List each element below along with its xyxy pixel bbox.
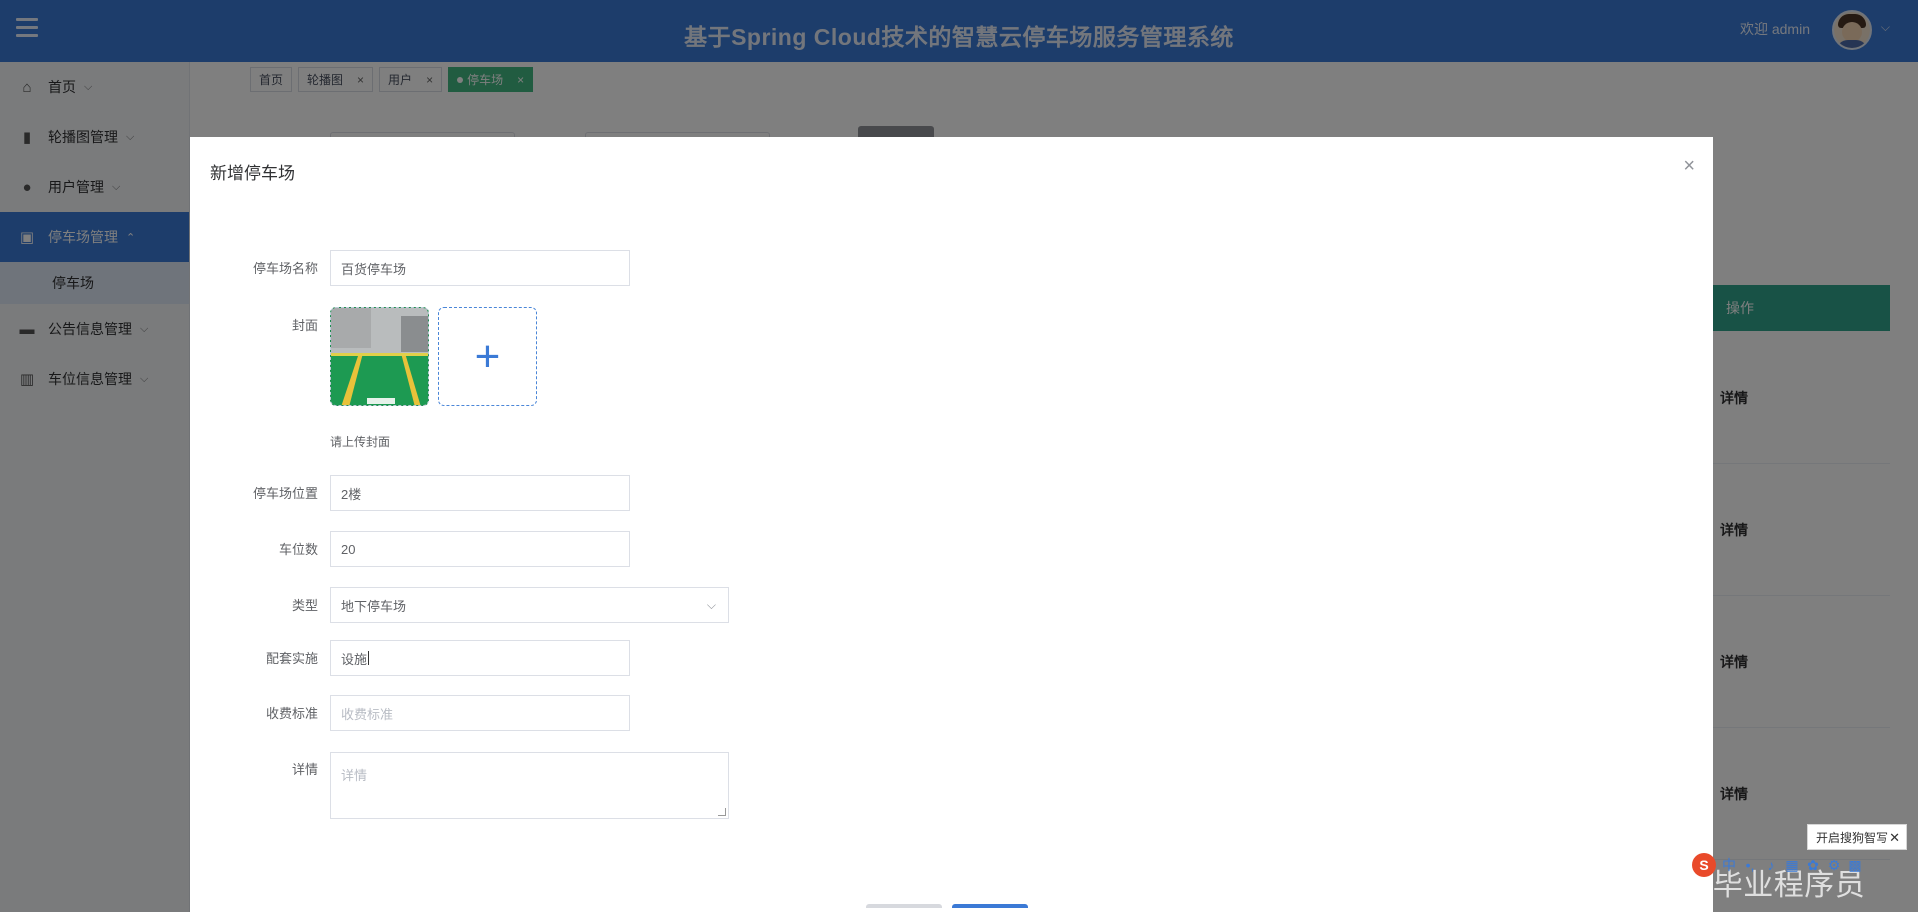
- dialog-title: 新增停车场: [210, 164, 295, 183]
- type-label: 类型: [291, 598, 318, 613]
- grid-icon[interactable]: ▩: [1847, 857, 1863, 873]
- cancel-button[interactable]: [866, 904, 942, 908]
- fee-label: 收费标准: [265, 706, 318, 721]
- upload-add-button[interactable]: +: [438, 307, 537, 406]
- spaces-input[interactable]: 20: [330, 531, 630, 567]
- facilities-input[interactable]: 设施: [330, 640, 630, 676]
- cover-label: 封面: [291, 318, 318, 333]
- text-cursor-icon: [368, 651, 370, 665]
- facilities-label: 配套实施: [265, 651, 318, 666]
- skin-icon[interactable]: ✿: [1805, 857, 1821, 873]
- parking-photo-image: [331, 308, 428, 405]
- type-select-value: 地下停车场: [341, 598, 407, 614]
- detail-textarea[interactable]: 详情: [330, 752, 729, 819]
- parking-name-input[interactable]: 百货停车场: [330, 250, 630, 286]
- keyboard-icon[interactable]: ▦: [1784, 857, 1800, 873]
- spaces-label: 车位数: [278, 542, 318, 557]
- language-toggle-icon[interactable]: 中: [1721, 857, 1737, 873]
- chevron-down-icon: ⌵: [706, 598, 716, 612]
- ime-toolbar: S 中 •, ♪ ▦ ✿ ⚙ ▩: [1692, 852, 1918, 878]
- add-parking-dialog: 新增停车场 × 停车场名称 百货停车场 封面 + 请上传封面 停车场位置 2楼 …: [190, 137, 1713, 912]
- name-label: 停车场名称: [252, 261, 318, 276]
- detail-label: 详情: [291, 762, 318, 777]
- toolbox-icon[interactable]: ⚙: [1826, 857, 1842, 873]
- detail-placeholder: 详情: [341, 768, 368, 783]
- punctuation-icon[interactable]: •,: [1742, 857, 1758, 873]
- facilities-value: 设施: [341, 651, 368, 667]
- close-icon[interactable]: ✕: [1889, 830, 1900, 846]
- close-icon[interactable]: ×: [1683, 155, 1695, 178]
- ime-tip: 开启搜狗智写 ✕: [1807, 824, 1907, 850]
- cover-hint: 请上传封面: [330, 435, 391, 449]
- ime-tip-text: 开启搜狗智写: [1816, 830, 1889, 845]
- location-input[interactable]: 2楼: [330, 475, 630, 511]
- fee-input[interactable]: 收费标准: [330, 695, 630, 731]
- location-label: 停车场位置: [252, 486, 318, 501]
- confirm-button[interactable]: [952, 904, 1028, 908]
- resize-handle-icon[interactable]: [718, 808, 726, 816]
- cover-thumbnail[interactable]: [330, 307, 429, 406]
- sogou-logo-icon[interactable]: S: [1692, 853, 1716, 877]
- type-select[interactable]: 地下停车场 ⌵: [330, 587, 729, 623]
- microphone-icon[interactable]: ♪: [1763, 857, 1779, 873]
